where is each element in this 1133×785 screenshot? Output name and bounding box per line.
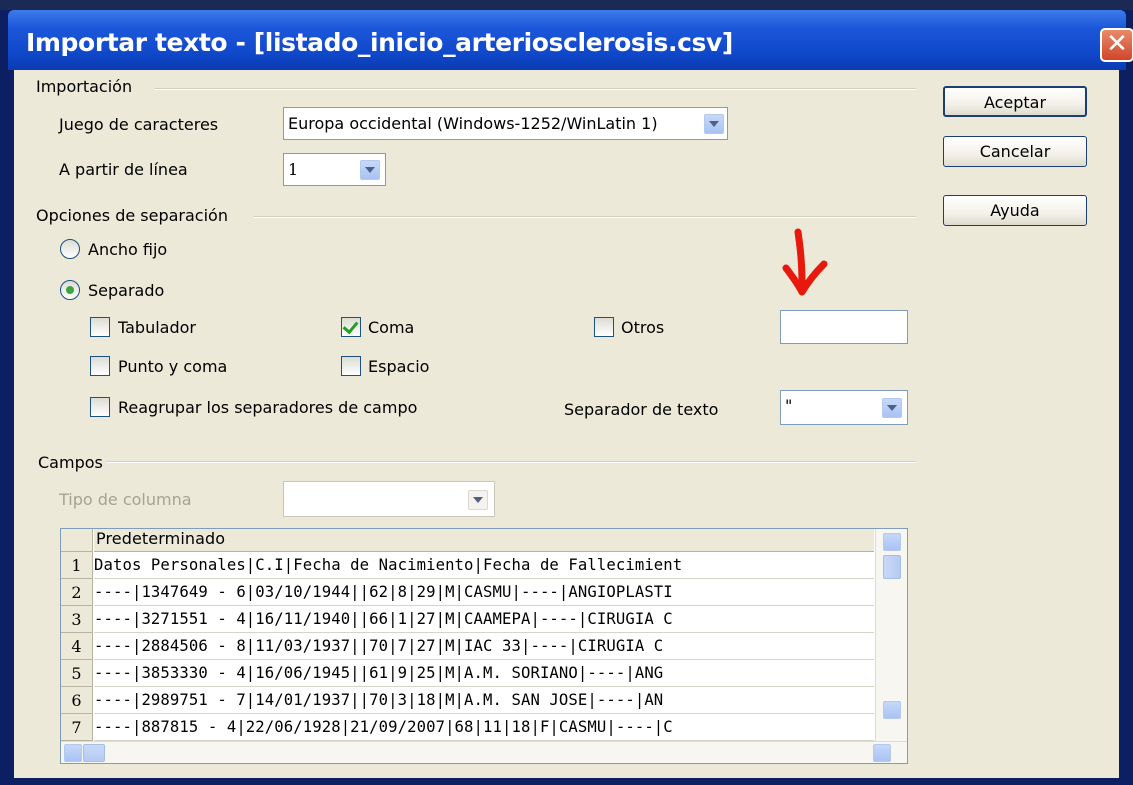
title-bar[interactable]: Importar texto - [listado_inicio_arterio… — [8, 10, 1133, 70]
space-label[interactable]: Espacio — [368, 357, 429, 376]
scroll-thumb[interactable] — [883, 555, 901, 579]
text-delimiter-select[interactable]: " — [780, 390, 908, 425]
cancel-button[interactable]: Cancelar — [943, 136, 1087, 167]
horizontal-scrollbar[interactable] — [61, 741, 907, 763]
charset-select[interactable]: Europa occidental (Windows-1252/WinLatin… — [283, 107, 728, 140]
table-row[interactable]: ----|3271551 - 4|16/11/1940||66|1|27|M|C… — [94, 606, 874, 633]
background-strip — [0, 0, 1133, 10]
tab-label[interactable]: Tabulador — [118, 318, 196, 337]
row-number[interactable]: 5 — [61, 660, 93, 687]
row-number[interactable]: 7 — [61, 714, 93, 741]
corner-header — [61, 529, 93, 552]
fields-preview-grid[interactable]: Predeterminado 1 Datos Personales|C.I|Fec… — [60, 528, 908, 764]
chevron-down-icon[interactable] — [468, 490, 488, 510]
comma-label[interactable]: Coma — [368, 318, 414, 337]
table-row[interactable]: ----|1347649 - 6|03/10/1944||62|8|29|M|C… — [94, 579, 874, 606]
merge-delimiters-label[interactable]: Reagrupar los separadores de campo — [118, 398, 417, 417]
dialog-body: Importación Juego de caracteres Europa o… — [14, 70, 1119, 778]
column-header[interactable]: Predeterminado — [94, 529, 874, 552]
fields-group-divider — [106, 461, 916, 463]
other-label[interactable]: Otros — [621, 318, 664, 337]
text-delimiter-value: " — [785, 396, 793, 415]
merge-delimiters-checkbox[interactable] — [90, 397, 110, 417]
chevron-down-icon[interactable] — [704, 114, 724, 134]
close-button[interactable]: ✕ — [1100, 28, 1133, 62]
close-icon: ✕ — [1106, 29, 1128, 59]
row-number[interactable]: 4 — [61, 633, 93, 660]
scroll-down-icon[interactable] — [883, 701, 901, 719]
from-line-spinner[interactable]: 1 — [283, 153, 386, 186]
row-number[interactable]: 6 — [61, 687, 93, 714]
red-arrow-annotation — [782, 228, 828, 296]
table-row[interactable]: ----|2989751 - 7|14/01/1937||70|3|18|M|A… — [94, 687, 874, 714]
from-line-value: 1 — [288, 160, 299, 179]
tab-checkbox[interactable] — [90, 317, 110, 337]
charset-value: Europa occidental (Windows-1252/WinLatin… — [288, 114, 658, 133]
fixed-width-radio[interactable] — [60, 239, 80, 259]
from-line-label: A partir de línea — [59, 160, 188, 179]
import-group-label: Importación — [36, 77, 133, 96]
separated-radio[interactable] — [60, 280, 80, 300]
fields-group-label: Campos — [38, 453, 103, 472]
ok-button[interactable]: Aceptar — [943, 86, 1087, 117]
table-row[interactable]: ----|2884506 - 8|11/03/1937||70|7|27|M|I… — [94, 633, 874, 660]
other-separator-input[interactable] — [780, 310, 908, 344]
scroll-right-icon[interactable] — [873, 744, 891, 762]
space-checkbox[interactable] — [341, 356, 361, 376]
row-number[interactable]: 3 — [61, 606, 93, 633]
table-row[interactable]: ----|887815 - 4|22/06/1928|21/09/2007|68… — [94, 714, 874, 741]
text-delimiter-label: Separador de texto — [564, 400, 719, 419]
scroll-left-icon[interactable] — [64, 744, 82, 762]
import-group-divider — [154, 88, 916, 90]
arrow-down-icon — [782, 228, 828, 296]
semicolon-label[interactable]: Punto y coma — [118, 357, 227, 376]
other-checkbox[interactable] — [594, 317, 614, 337]
row-number[interactable]: 2 — [61, 579, 93, 606]
separated-label[interactable]: Separado — [88, 281, 164, 300]
scroll-up-icon[interactable] — [883, 533, 901, 551]
comma-checkbox[interactable] — [341, 317, 361, 337]
vertical-scrollbar[interactable] — [875, 529, 907, 741]
window-title: Importar texto - [listado_inicio_arterio… — [26, 28, 733, 57]
import-text-dialog: Importar texto - [listado_inicio_arterio… — [0, 0, 1133, 785]
column-type-select[interactable] — [283, 481, 495, 517]
table-row[interactable]: ----|3853330 - 4|16/06/1945||61|9|25|M|A… — [94, 660, 874, 687]
fixed-width-label[interactable]: Ancho fijo — [88, 240, 167, 259]
spin-updown-icon[interactable] — [360, 160, 380, 180]
semicolon-checkbox[interactable] — [90, 356, 110, 376]
chevron-down-icon[interactable] — [882, 398, 902, 418]
hscroll-thumb[interactable] — [83, 744, 105, 762]
table-row[interactable]: Datos Personales|C.I|Fecha de Nacimiento… — [94, 552, 874, 579]
row-number[interactable]: 1 — [61, 552, 93, 579]
separation-group-label: Opciones de separación — [36, 206, 228, 225]
column-type-label: Tipo de columna — [59, 490, 192, 509]
charset-label: Juego de caracteres — [59, 115, 219, 134]
separation-group-divider — [254, 216, 916, 218]
help-button[interactable]: Ayuda — [943, 195, 1087, 226]
